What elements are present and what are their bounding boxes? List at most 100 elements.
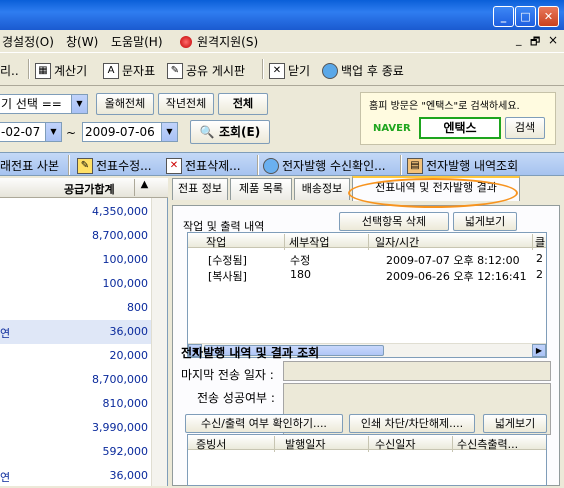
mdi-minimize-icon[interactable]: _: [516, 33, 522, 46]
cell-extra: 2: [536, 252, 543, 265]
tab-product-list[interactable]: 제품 목록: [230, 178, 292, 200]
promo-search-button[interactable]: 검색: [505, 117, 545, 139]
e-issue-title: 전자발행 내역 및 결과 조회: [181, 346, 320, 360]
edit-voucher-label: 전표수정...: [96, 159, 152, 173]
list-item[interactable]: 연 36,000: [0, 464, 152, 488]
list-item-supply-total: 800: [127, 301, 148, 314]
e-issue-grid: 증빙서 발행일자 수신일자 수신측출력...: [187, 434, 547, 486]
list-item[interactable]: 800: [0, 296, 152, 320]
wide-view-button[interactable]: 넓게보기: [453, 212, 517, 231]
date-range-tilde: ~: [66, 126, 77, 140]
delete-selected-button[interactable]: 선택항목 삭제: [339, 212, 449, 231]
list-item[interactable]: 20,000: [0, 344, 152, 368]
cell-extra: 2: [536, 268, 543, 281]
e-issue-confirm-button[interactable]: 전자발행 수신확인...: [263, 157, 386, 174]
e-issue-wide-view-button[interactable]: 넓게보기: [483, 414, 547, 433]
col-receive-date[interactable]: 수신일자: [368, 436, 415, 452]
list-scrollbar[interactable]: [151, 198, 167, 486]
date-to-input[interactable]: 2009-07-06 ▼: [82, 122, 178, 142]
period-select[interactable]: 기 선택 == ▼: [0, 94, 88, 114]
mdi-close-icon[interactable]: ×: [548, 33, 558, 47]
copy-voucher-label: 래전표 사본: [0, 159, 60, 173]
cell-job: [복사됨]: [208, 270, 247, 283]
print-block-button[interactable]: 인쇄 차단/차단해제....: [349, 414, 475, 433]
toolbar-separator: [28, 59, 30, 79]
col-extra[interactable]: 클: [532, 234, 545, 250]
globe-icon: [322, 62, 338, 79]
list-item[interactable]: 8,700,000: [0, 368, 152, 392]
list-item[interactable]: 4,350,000: [0, 200, 152, 224]
menu-window[interactable]: 창(W): [66, 33, 98, 50]
delete-voucher-label: 전표삭제...: [185, 159, 241, 173]
menu-remote-support[interactable]: 원격지원(S): [197, 33, 258, 50]
naver-logo: NAVER: [373, 123, 411, 134]
menu-help[interactable]: 도움말(H): [111, 33, 163, 50]
promo-keyword[interactable]: 엔택스: [419, 117, 501, 139]
last-send-label: 마지막 전송 일자 :: [181, 368, 274, 382]
calculator-button[interactable]: ▦ 계산기: [35, 62, 87, 79]
list-item[interactable]: 연 36,000: [0, 320, 152, 344]
col-job[interactable]: 작업: [206, 234, 226, 250]
delete-voucher-button[interactable]: ✕ 전표삭제...: [166, 157, 241, 174]
check-receive-button[interactable]: 수신/출력 여부 확인하기....: [185, 414, 343, 433]
voucher-list: 공급가합계 ▲ 4,350,000 8,700,000 100,000 100,000…: [0, 178, 168, 486]
list-item[interactable]: 592,000: [0, 440, 152, 464]
last-year-button[interactable]: 작년전체: [158, 93, 214, 115]
tab-shipping[interactable]: 배송정보: [294, 178, 350, 200]
col-document[interactable]: 증빙서: [196, 436, 226, 452]
all-button[interactable]: 전체: [218, 93, 268, 115]
delete-icon: ✕: [166, 157, 182, 174]
cell-detail: 180: [290, 268, 311, 281]
list-item-supply-total: 810,000: [102, 397, 149, 410]
search-button[interactable]: 🔍 조회(E): [190, 120, 270, 144]
supply-total-column-header[interactable]: 공급가합계: [64, 181, 115, 197]
col-detail[interactable]: 세부작업: [284, 234, 329, 250]
text-table-label: 문자표: [122, 64, 156, 78]
scroll-right-icon[interactable]: ▶: [532, 344, 546, 357]
toolbar-partial-item[interactable]: 리..: [0, 62, 19, 79]
date-to-value: 2009-07-06: [85, 125, 155, 139]
maximize-button[interactable]: □: [515, 6, 536, 27]
close-window-button[interactable]: ✕: [538, 6, 559, 27]
text-table-button[interactable]: A 문자표: [103, 62, 155, 79]
sort-arrow-icon[interactable]: ▲: [134, 179, 154, 196]
e-issue-history-button[interactable]: ▤ 전자발행 내역조회: [407, 157, 518, 174]
col-receive-print[interactable]: 수신측출력...: [452, 436, 518, 452]
table-row[interactable]: [복사됨] 180 2009-06-26 오후 12:16:41 2: [188, 267, 546, 283]
date-from-input[interactable]: -02-07 ▼: [0, 122, 62, 142]
minimize-button[interactable]: _: [493, 6, 514, 27]
toolbar-separator: [257, 155, 259, 175]
e-issue-confirm-label: 전자발행 수신확인...: [282, 159, 386, 173]
list-item-supply-total: 100,000: [102, 253, 149, 266]
calculator-label: 계산기: [54, 64, 88, 78]
share-board-button[interactable]: ✎ 공유 게시판: [167, 62, 245, 79]
tab-voucher-info[interactable]: 전표 정보: [172, 178, 228, 200]
e-issue-header: 증빙서 발행일자 수신일자 수신측출력...: [188, 435, 546, 452]
backup-exit-button[interactable]: 백업 후 종료: [322, 62, 404, 79]
window-titlebar: _ □ ✕: [0, 0, 564, 30]
col-issue-date[interactable]: 발행일자: [274, 436, 325, 452]
mdi-restore-icon[interactable]: 🗗: [530, 33, 540, 52]
table-row[interactable]: [수정됨] 수정 2009-07-07 오후 8:12:00 2: [188, 251, 546, 267]
list-item[interactable]: 100,000: [0, 272, 152, 296]
close-label: 닫기: [288, 64, 311, 78]
list-item[interactable]: 3,990,000: [0, 416, 152, 440]
col-datetime[interactable]: 일자/시간: [368, 234, 419, 250]
list-item[interactable]: 8,700,000: [0, 224, 152, 248]
close-icon: ✕: [269, 62, 285, 79]
calculator-icon: ▦: [35, 62, 51, 79]
close-button[interactable]: ✕ 닫기: [269, 62, 310, 79]
main-toolbar: 리.. ▦ 계산기 A 문자표 ✎ 공유 게시판 ✕ 닫기 백업 후 종료: [0, 52, 564, 86]
menu-bar: 경설정(O) 창(W) 도움말(H) 원격지원(S) _ 🗗 ×: [0, 30, 564, 52]
edit-voucher-button[interactable]: ✎ 전표수정...: [77, 157, 152, 174]
copy-voucher-button[interactable]: 래전표 사본: [0, 157, 59, 174]
list-item-supply-total: 8,700,000: [92, 373, 148, 386]
date-from-value: -02-07: [1, 125, 41, 139]
this-year-button[interactable]: 올해전체: [96, 93, 154, 115]
history-icon: ▤: [407, 157, 423, 174]
toolbar-partial-label: 리..: [0, 64, 19, 78]
list-item[interactable]: 100,000: [0, 248, 152, 272]
list-item-label: 연: [0, 327, 11, 340]
menu-settings[interactable]: 경설정(O): [2, 33, 54, 50]
list-item[interactable]: 810,000: [0, 392, 152, 416]
